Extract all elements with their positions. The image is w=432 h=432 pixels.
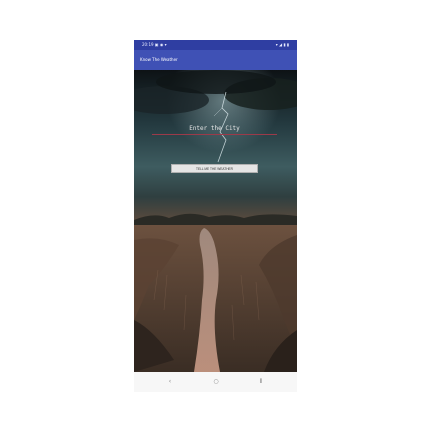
phone-screen: 20:19 ▣ ◉ ▾ ▾ ◢ ▮ ▮ Know The Weather Ent…: [134, 40, 297, 392]
app-bar: Know The Weather: [134, 50, 297, 70]
back-icon[interactable]: ‹: [160, 372, 180, 392]
recents-icon[interactable]: ⦀: [251, 372, 271, 392]
main-content: TELL ME THE WEATHER: [134, 70, 297, 372]
app-title: Know The Weather: [140, 57, 178, 62]
status-bar-left: 20:19 ▣ ◉ ▾: [142, 42, 167, 47]
status-bar: 20:19 ▣ ◉ ▾ ▾ ◢ ▮ ▮: [134, 40, 297, 50]
navigation-bar: ‹ ○ ⦀: [134, 372, 297, 392]
status-bar-right-icons: ▾ ◢ ▮ ▮: [275, 42, 289, 47]
city-input[interactable]: [152, 122, 277, 135]
stormy-field-background-image: [134, 70, 297, 372]
home-icon[interactable]: ○: [206, 372, 226, 392]
tell-me-the-weather-button[interactable]: TELL ME THE WEATHER: [171, 164, 258, 173]
